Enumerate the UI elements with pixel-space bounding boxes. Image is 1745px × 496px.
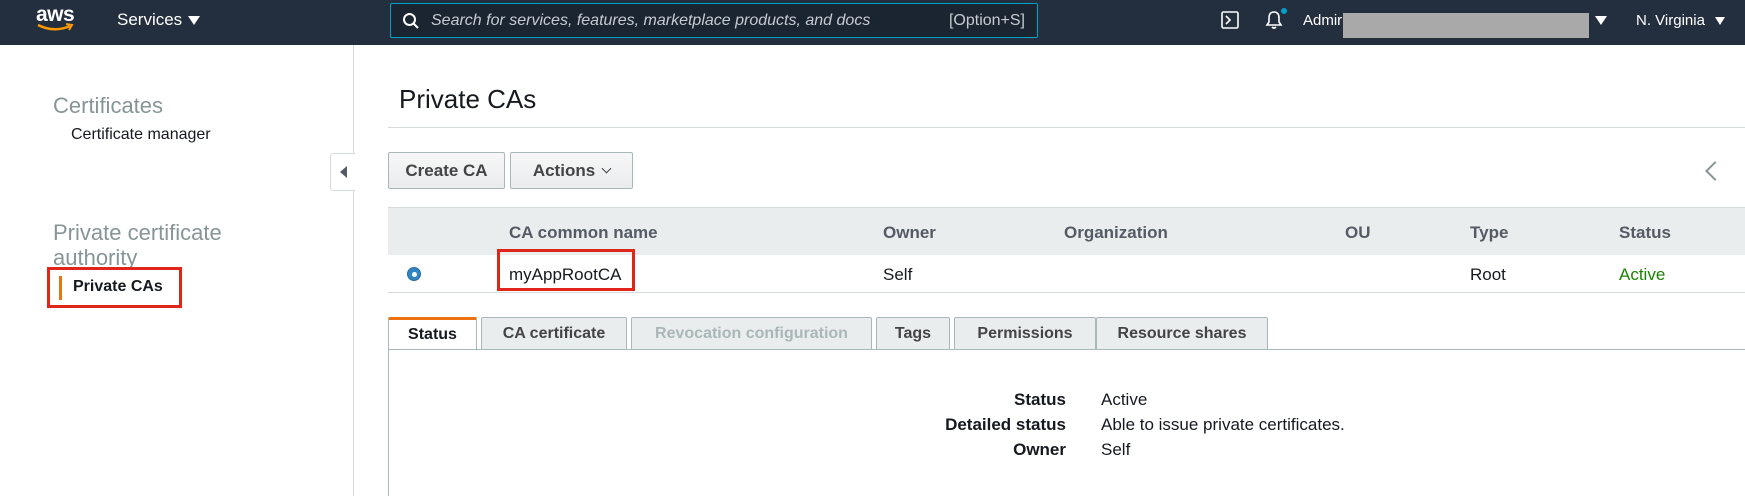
account-caret-down-icon[interactable] xyxy=(1595,16,1607,25)
status-value: Active xyxy=(1101,390,1148,409)
tab-label: Resource shares xyxy=(1117,324,1247,342)
tab-revocation-configuration: Revocation configuration xyxy=(631,317,872,350)
actions-label: Actions xyxy=(532,160,596,180)
create-ca-label: Create CA xyxy=(405,160,488,180)
tab-label: Tags xyxy=(894,324,932,342)
active-indicator xyxy=(59,276,62,300)
column-header-ca-name[interactable]: CA common name xyxy=(509,223,658,243)
redacted-account-name xyxy=(1343,13,1589,38)
column-header-ou[interactable]: OU xyxy=(1345,223,1371,243)
row-radio-selected[interactable] xyxy=(407,267,421,281)
divider xyxy=(388,127,1745,128)
detail-labels: Status Detailed status Owner xyxy=(889,390,1066,470)
tab-tags[interactable]: Tags xyxy=(876,317,950,350)
tab-label: Permissions xyxy=(977,324,1073,342)
owner-label: Owner xyxy=(1013,440,1066,459)
sidebar-section-certificates: Certificates xyxy=(53,93,164,118)
collapse-sidebar-button[interactable] xyxy=(330,153,355,191)
sidebar: Certificates Certificate manager Private… xyxy=(0,45,354,496)
ca-type: Root xyxy=(1470,265,1506,284)
tab-panel-status: Status Detailed status Owner Active Able… xyxy=(388,350,1745,496)
column-header-type[interactable]: Type xyxy=(1470,223,1508,243)
column-header-status[interactable]: Status xyxy=(1619,223,1671,243)
cloudshell-icon[interactable] xyxy=(1221,11,1239,34)
table-header: CA common name Owner Organization OU Typ… xyxy=(388,207,1745,255)
sidebar-item-label: Private CAs xyxy=(73,278,163,295)
tab-label: Revocation configuration xyxy=(655,324,848,342)
ca-name-highlight: myAppRootCA xyxy=(497,249,635,291)
sidebar-item-certificate-manager[interactable]: Certificate manager xyxy=(71,126,211,144)
tab-resource-shares[interactable]: Resource shares xyxy=(1096,317,1268,350)
status-label: Status xyxy=(1014,390,1066,409)
sidebar-section-private-ca: Private certificate authority xyxy=(53,220,222,270)
services-label: Services xyxy=(117,10,183,29)
notification-dot xyxy=(1281,8,1287,14)
page-title: Private CAs xyxy=(399,84,537,114)
tab-status[interactable]: Status xyxy=(388,317,477,351)
detailed-status-value: Able to issue private certificates. xyxy=(1101,415,1345,434)
chevron-down-icon xyxy=(601,163,612,174)
region-selector[interactable]: N. Virginia xyxy=(1636,12,1725,29)
owner-value: Self xyxy=(1101,440,1131,459)
search-input[interactable] xyxy=(431,11,949,30)
detailed-status-label: Detailed status xyxy=(945,415,1066,434)
tab-ca-certificate[interactable]: CA certificate xyxy=(481,317,627,350)
column-header-owner[interactable]: Owner xyxy=(883,223,936,243)
create-ca-button[interactable]: Create CA xyxy=(388,152,505,189)
column-header-organization[interactable]: Organization xyxy=(1064,223,1168,243)
ca-common-name[interactable]: myAppRootCA xyxy=(509,265,621,285)
caret-down-icon xyxy=(188,15,201,25)
aws-smile-icon xyxy=(37,23,74,31)
caret-down-icon xyxy=(1714,16,1725,25)
account-menu[interactable]: Admir xyxy=(1303,12,1342,29)
sidebar-item-private-cas[interactable]: Private CAs xyxy=(47,267,182,308)
caret-left-icon xyxy=(339,166,347,178)
actions-dropdown-button[interactable]: Actions xyxy=(510,152,633,189)
bell-icon[interactable] xyxy=(1264,10,1284,35)
services-menu-button[interactable]: Services xyxy=(117,10,201,30)
aws-logo[interactable]: aws xyxy=(36,3,80,39)
top-navigation-bar: aws Services [Option+S] Admir N. Virgini… xyxy=(0,0,1745,45)
table-row[interactable]: myAppRootCA Self Root Active xyxy=(388,249,1745,293)
search-icon xyxy=(391,12,431,30)
chevron-left-icon[interactable] xyxy=(1705,161,1725,181)
status-badge: Active xyxy=(1619,265,1666,284)
ca-owner: Self xyxy=(883,265,913,284)
tab-permissions[interactable]: Permissions xyxy=(954,317,1096,350)
search-shortcut-hint: [Option+S] xyxy=(948,11,1025,29)
tab-label: Status xyxy=(408,326,457,343)
search-bar[interactable]: [Option+S] xyxy=(390,3,1038,38)
region-label: N. Virginia xyxy=(1636,12,1705,29)
tab-label: CA certificate xyxy=(502,324,606,342)
